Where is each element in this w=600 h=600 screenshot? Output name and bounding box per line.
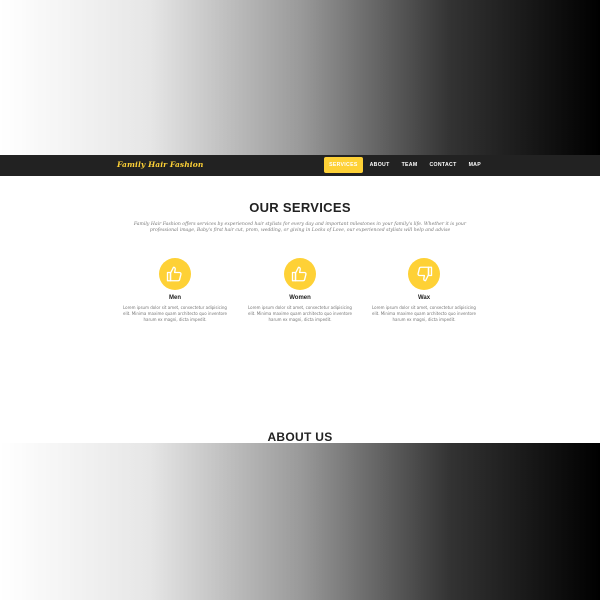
service-icon-circle — [159, 258, 191, 290]
service-card-women: Women Lorem ipsum dolor sit amet, consec… — [244, 258, 356, 323]
service-card-men: Men Lorem ipsum dolor sit amet, consecte… — [119, 258, 231, 323]
service-icon-circle — [408, 258, 440, 290]
nav-links: SERVICES ABOUT TEAM CONTACT MAP — [324, 157, 486, 173]
service-heading-men: Men — [169, 295, 181, 301]
thumbs-up-icon — [166, 266, 182, 282]
service-heading-wax: Wax — [417, 295, 431, 301]
thumbs-up-icon — [291, 266, 307, 282]
services-title: OUR SERVICES — [249, 200, 351, 215]
service-text-men: Lorem ipsum dolor sit amet, consectetur … — [123, 305, 227, 322]
brand-logo[interactable]: Family Hair Fashion — [117, 160, 203, 169]
top-gradient-background — [0, 0, 600, 155]
services-section: OUR SERVICES Family Hair Fashion offers … — [0, 176, 600, 444]
nav-link-map[interactable]: MAP — [464, 157, 486, 173]
nav-link-contact[interactable]: CONTACT — [424, 157, 461, 173]
services-subtitle: Family Hair Fashion offers services by e… — [133, 222, 467, 233]
nav-link-about[interactable]: ABOUT — [365, 157, 395, 173]
bottom-gradient-background — [0, 443, 600, 600]
service-icon-circle — [284, 258, 316, 290]
service-text-wax: Lorem ipsum dolor sit amet, consectetur … — [372, 305, 476, 322]
navbar: Family Hair Fashion SERVICES ABOUT TEAM … — [0, 155, 600, 176]
page-frame: Family Hair Fashion SERVICES ABOUT TEAM … — [0, 0, 600, 600]
service-text-women: Lorem ipsum dolor sit amet, consectetur … — [248, 305, 352, 322]
nav-link-team[interactable]: TEAM — [397, 157, 423, 173]
nav-link-services[interactable]: SERVICES — [324, 157, 363, 173]
about-title: ABOUT US — [267, 430, 333, 444]
service-heading-women: Women — [289, 295, 311, 301]
service-card-wax: Wax Lorem ipsum dolor sit amet, consecte… — [368, 258, 480, 323]
thumbs-down-icon — [417, 266, 433, 282]
